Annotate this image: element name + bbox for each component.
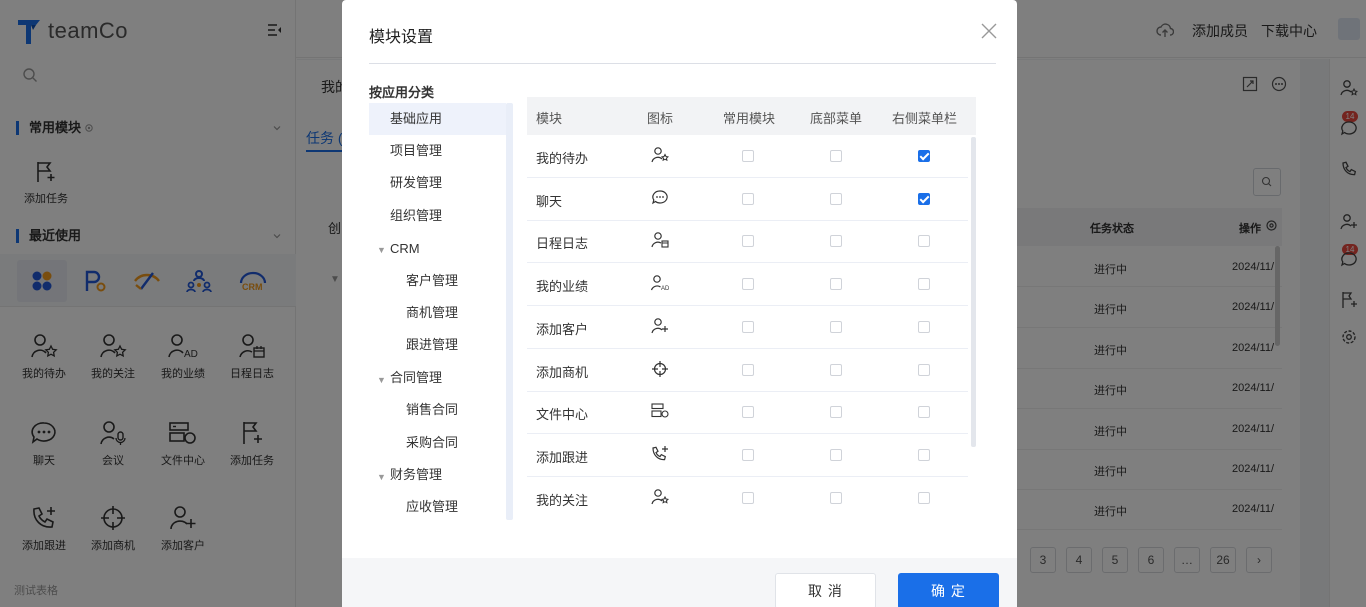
module-settings-dialog: 模块设置 按应用分类 基础应用 项目管理 研发管理 组织管理 ▼ CRM 客户管… — [342, 0, 1017, 607]
confirm-button[interactable]: 确 定 — [898, 573, 999, 607]
col-bottom-menu: 底部菜单 — [810, 111, 863, 126]
module-name: 日程日志 — [536, 236, 589, 251]
checkbox-common[interactable] — [742, 278, 754, 290]
module-name: 添加跟进 — [536, 450, 589, 465]
user-ad-icon: AD — [651, 275, 669, 292]
checkbox-right[interactable] — [918, 492, 930, 504]
checkbox-right[interactable] — [918, 193, 930, 205]
checkbox-bottom[interactable] — [830, 492, 842, 504]
checkbox-common[interactable] — [742, 150, 754, 162]
tree-item-crm[interactable]: CRM — [369, 233, 506, 265]
table-row: 添加商机 — [527, 349, 968, 392]
table-row: 文件中心 — [527, 391, 968, 434]
checkbox-bottom[interactable] — [830, 364, 842, 376]
user-star-icon — [651, 147, 669, 163]
checkbox-right[interactable] — [918, 321, 930, 333]
tree-item-contract[interactable]: 合同管理 — [369, 362, 506, 394]
checkbox-right[interactable] — [918, 235, 930, 247]
checkbox-bottom[interactable] — [830, 449, 842, 461]
tree-item-opportunity[interactable]: 商机管理 — [369, 297, 506, 329]
checkbox-right[interactable] — [918, 364, 930, 376]
checkbox-right[interactable] — [918, 449, 930, 461]
category-tree: 基础应用 项目管理 研发管理 组织管理 ▼ CRM 客户管理 商机管理 跟进管理… — [369, 103, 514, 520]
table-scrollbar[interactable] — [971, 137, 976, 447]
checkbox-bottom[interactable] — [830, 150, 842, 162]
checkbox-bottom[interactable] — [830, 406, 842, 418]
module-name: 聊天 — [536, 194, 563, 209]
checkbox-bottom[interactable] — [830, 193, 842, 205]
checkbox-common[interactable] — [742, 235, 754, 247]
tree-item-customer[interactable]: 客户管理 — [369, 265, 506, 297]
close-icon[interactable] — [980, 22, 998, 40]
module-name: 我的关注 — [536, 493, 589, 508]
svg-text:AD: AD — [661, 286, 669, 292]
module-name: 文件中心 — [536, 407, 589, 422]
checkbox-common[interactable] — [742, 406, 754, 418]
table-row: 我的关注 — [527, 477, 968, 518]
cancel-button[interactable]: 取 消 — [775, 573, 876, 607]
table-header: 模块 图标 常用模块 底部菜单 右侧菜单栏 — [527, 97, 976, 135]
module-name: 添加商机 — [536, 365, 589, 380]
table-row: 添加跟进 — [527, 434, 968, 477]
module-table: 模块 图标 常用模块 底部菜单 右侧菜单栏 我的待办 聊天 日程日志 我的业绩 … — [527, 97, 976, 518]
user-calendar-icon — [651, 232, 669, 248]
checkbox-common[interactable] — [742, 193, 754, 205]
checkbox-common[interactable] — [742, 492, 754, 504]
table-row: 日程日志 — [527, 220, 968, 263]
col-common: 常用模块 — [723, 111, 776, 126]
tree-item-receivables[interactable]: 应收管理 — [369, 491, 506, 520]
chat-icon — [652, 190, 668, 205]
tree-item-org[interactable]: 组织管理 — [369, 200, 506, 232]
tree-item-basic-apps[interactable]: 基础应用 — [369, 103, 506, 135]
col-right-menu: 右侧菜单栏 — [892, 111, 958, 126]
checkbox-right[interactable] — [918, 406, 930, 418]
table-row: 添加客户 — [527, 306, 968, 349]
divider — [369, 63, 996, 64]
tree-item-purchase-contract[interactable]: 采购合同 — [369, 427, 506, 459]
tree-item-project[interactable]: 项目管理 — [369, 135, 506, 167]
tree-item-followup[interactable]: 跟进管理 — [369, 329, 506, 361]
crosshair-icon — [652, 361, 668, 377]
col-module: 模块 — [536, 111, 563, 126]
user-plus-icon — [651, 318, 668, 334]
table-row: 我的待办 — [527, 135, 968, 178]
col-icon: 图标 — [647, 111, 674, 126]
table-row: 聊天 — [527, 178, 968, 221]
phone-plus-icon — [652, 446, 668, 461]
checkbox-bottom[interactable] — [830, 321, 842, 333]
checkbox-common[interactable] — [742, 321, 754, 333]
checkbox-right[interactable] — [918, 278, 930, 290]
category-label: 按应用分类 — [369, 85, 435, 100]
checkbox-common[interactable] — [742, 364, 754, 376]
tree-item-rnd[interactable]: 研发管理 — [369, 167, 506, 199]
tree-item-finance[interactable]: 财务管理 — [369, 459, 506, 491]
module-name: 我的业绩 — [536, 279, 589, 294]
checkbox-bottom[interactable] — [830, 235, 842, 247]
file-center-icon — [651, 403, 669, 418]
checkbox-right[interactable] — [918, 150, 930, 162]
checkbox-bottom[interactable] — [830, 278, 842, 290]
tree-item-sales-contract[interactable]: 销售合同 — [369, 394, 506, 426]
module-name: 添加客户 — [536, 322, 589, 337]
table-row: 我的业绩 AD — [527, 263, 968, 306]
tree-scrollbar[interactable] — [506, 103, 513, 520]
checkbox-common[interactable] — [742, 449, 754, 461]
dialog-title: 模块设置 — [369, 29, 434, 46]
user-star-outline-icon — [651, 489, 669, 505]
module-name: 我的待办 — [536, 151, 589, 166]
